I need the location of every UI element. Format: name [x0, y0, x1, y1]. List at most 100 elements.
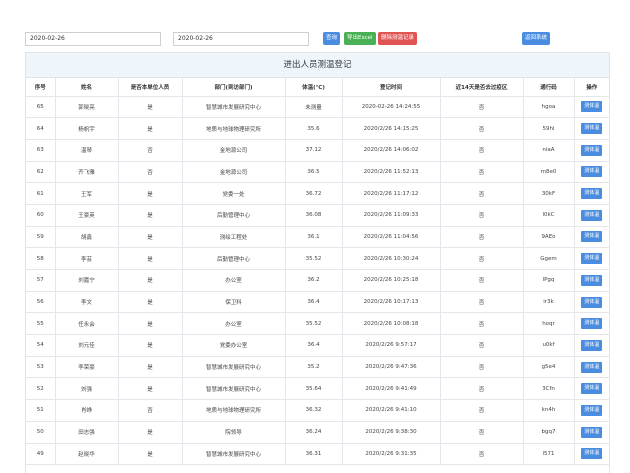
row-pass-code: g5e4	[523, 356, 575, 379]
table-row: 60 王豪英是后勤管理中心 36.08 2020/2/26 11:09:33 否 l0kC…	[26, 204, 609, 227]
row-epidemic-area: 否	[440, 182, 524, 205]
export-excel-button[interactable]: 导出Excel	[344, 32, 376, 45]
table-row: 63 温琴否金地源公司 37.12 2020/2/26 14:06:02 否 niaA 测体…	[26, 139, 609, 162]
measure-temperature-button[interactable]: 测体温	[581, 383, 603, 395]
row-temperature: 36.4	[285, 334, 343, 357]
row-index: 50	[26, 421, 56, 444]
delete-records-button[interactable]: 删除测温记录	[378, 32, 418, 45]
row-name: 温琴	[55, 139, 119, 162]
row-department: 智慧城市发展研究中心	[182, 96, 286, 119]
row-is-staff: 是	[118, 96, 183, 119]
row-name: 杨帆宇	[55, 117, 119, 140]
row-time: 2020/2/26 11:09:33	[342, 204, 441, 227]
table-row: 58 李芸是后勤管理中心 35.52 2020/2/26 10:30:24 否 Ggem 测…	[26, 247, 609, 270]
measure-temperature-button[interactable]: 测体温	[581, 231, 603, 243]
row-pass-code: l571	[523, 443, 575, 466]
row-time: 2020/2/26 10:30:24	[342, 247, 441, 270]
row-department: 金地源公司	[182, 139, 286, 162]
row-pass-code: hgoa	[523, 96, 575, 119]
measure-temperature-button[interactable]: 测体温	[581, 448, 603, 460]
row-action-cell: 测体温	[574, 356, 609, 379]
measure-temperature-button[interactable]: 测体温	[581, 404, 603, 416]
measure-temperature-button[interactable]: 测体温	[581, 166, 603, 178]
row-department: 院领导	[182, 421, 286, 444]
measure-temperature-button[interactable]: 测体温	[581, 253, 603, 265]
start-date-input[interactable]: 2020-02-26	[25, 32, 161, 46]
row-time: 2020/2/26 14:15:25	[342, 117, 441, 140]
row-action-cell: 测体温	[574, 377, 609, 401]
row-action-cell: 测体温	[574, 334, 609, 357]
row-pass-code: lPgq	[523, 269, 575, 292]
measure-temperature-button[interactable]: 测体温	[581, 361, 603, 373]
row-temperature: 36.4	[285, 291, 343, 314]
row-action-cell: 测体温	[574, 226, 609, 249]
toolbar: 2020-02-26 2020-02-26 查询 导出Excel 删除测温记录 …	[0, 0, 630, 52]
row-epidemic-area: 否	[440, 312, 524, 336]
row-index: 63	[26, 139, 56, 162]
table-row: 50 田志强是院领导 36.24 2020/2/26 9:38:30 否 bgq7 测体温	[26, 421, 609, 444]
row-action-cell: 测体温	[574, 182, 609, 205]
row-is-staff: 是	[118, 421, 183, 444]
row-temperature: 35.52	[285, 312, 343, 336]
row-index: 60	[26, 204, 56, 227]
measure-temperature-button[interactable]: 测体温	[581, 318, 603, 330]
row-temperature: 36.72	[285, 182, 343, 205]
row-department: 党委办公室	[182, 334, 286, 357]
row-department: 测绘工程处	[182, 226, 286, 249]
row-name: 李芸	[55, 247, 119, 270]
temperature-table-panel: 进出人员测温登记 序号 姓名 是否本单位人员 部门(到访部门) 体温(℃) 登记时间 近14…	[25, 52, 610, 473]
measure-temperature-button[interactable]: 测体温	[581, 274, 603, 286]
row-epidemic-area: 否	[440, 247, 524, 270]
measure-temperature-button[interactable]: 测体温	[581, 296, 603, 308]
measure-temperature-button[interactable]: 测体温	[581, 144, 603, 156]
row-name: 刘嘉宁	[55, 269, 119, 292]
row-temperature: 36.32	[285, 399, 343, 422]
row-time: 2020/2/26 11:52:13	[342, 161, 441, 184]
back-to-system-button[interactable]: 返回系统	[522, 32, 551, 45]
row-temperature: 35.6	[285, 117, 343, 140]
row-pass-code: niaA	[523, 139, 575, 162]
measure-temperature-button[interactable]: 测体温	[581, 123, 603, 135]
column-header: 登记时间	[342, 78, 441, 97]
row-index: 52	[26, 377, 56, 401]
row-temperature: 35.2	[285, 356, 343, 379]
temperature-table: 序号 姓名 是否本单位人员 部门(到访部门) 体温(℃) 登记时间 近14天是否去过疫区 通行…	[26, 78, 609, 466]
column-header: 操作	[574, 78, 609, 97]
row-pass-code: bgq7	[523, 421, 575, 444]
row-name: 任永会	[55, 312, 119, 336]
column-header: 部门(到访部门)	[182, 78, 286, 97]
row-epidemic-area: 否	[440, 399, 524, 422]
row-department: 地质与地球物理研究所	[182, 117, 286, 140]
end-date-input[interactable]: 2020-02-26	[173, 32, 309, 46]
row-epidemic-area: 否	[440, 421, 524, 444]
measure-temperature-button[interactable]: 测体温	[581, 101, 603, 113]
measure-temperature-button[interactable]: 测体温	[581, 426, 603, 438]
row-pass-code: u0kf	[523, 334, 575, 357]
row-pass-code: 3Cfn	[523, 377, 575, 401]
row-action-cell: 测体温	[574, 96, 609, 119]
row-temperature: 未测量	[285, 96, 343, 119]
row-epidemic-area: 否	[440, 161, 524, 184]
row-epidemic-area: 否	[440, 443, 524, 466]
row-name: 齐飞雅	[55, 161, 119, 184]
row-pass-code: ir3k	[523, 291, 575, 314]
row-epidemic-area: 否	[440, 139, 524, 162]
row-is-staff: 是	[118, 247, 183, 270]
search-button[interactable]: 查询	[323, 32, 341, 45]
table-row: 57 刘嘉宁是办公室 36.2 2020/2/26 10:25:18 否 lPgq 测体温	[26, 269, 609, 292]
row-department: 后勤管理中心	[182, 247, 286, 270]
measure-temperature-button[interactable]: 测体温	[581, 209, 603, 221]
row-temperature: 35.64	[285, 377, 343, 401]
row-temperature: 36.24	[285, 421, 343, 444]
measure-temperature-button[interactable]: 测体温	[581, 188, 603, 200]
row-action-cell: 测体温	[574, 399, 609, 422]
row-epidemic-area: 否	[440, 291, 524, 314]
table-body: 65 郭晓亮是智慧城市发展研究中心 未测量 2020-02-26 14:24:55 否 h…	[26, 96, 609, 466]
row-time: 2020/2/26 10:08:18	[342, 312, 441, 336]
row-temperature: 36.2	[285, 269, 343, 292]
row-is-staff: 是	[118, 117, 183, 140]
table-row: 51 肖峥否地质与地球物理研究所 36.32 2020/2/26 9:41:10 否 kn…	[26, 399, 609, 422]
measure-temperature-button[interactable]: 测体温	[581, 339, 603, 351]
row-action-cell: 测体温	[574, 312, 609, 336]
row-action-cell: 测体温	[574, 204, 609, 227]
